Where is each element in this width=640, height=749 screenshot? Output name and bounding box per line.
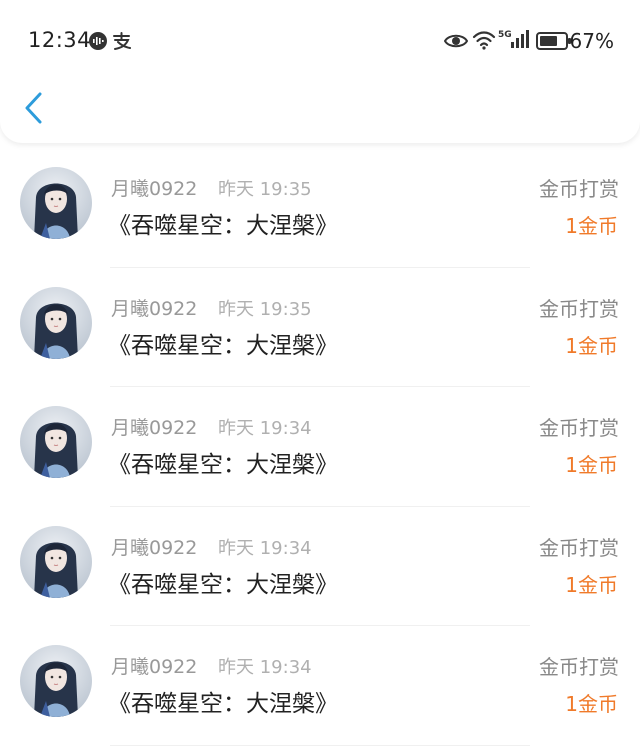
timestamp: 昨天 19:35 bbox=[218, 179, 312, 200]
avatar[interactable] bbox=[20, 167, 92, 239]
top-header: 12:34 5G 67% bbox=[0, 0, 640, 143]
reward-amount: 1金币 bbox=[565, 333, 618, 358]
avatar[interactable] bbox=[20, 645, 92, 717]
username: 月曦0922 bbox=[111, 297, 198, 320]
reward-amount: 1金币 bbox=[565, 214, 618, 238]
reward-amount: 1金币 bbox=[565, 572, 618, 597]
list-item[interactable]: 月曦0922 昨天 19:34 《吞噬星空：大涅槃》 金币打赏 1金币 bbox=[0, 626, 640, 746]
reward-amount: 1金币 bbox=[565, 692, 618, 716]
battery-icon bbox=[536, 31, 572, 55]
clock: 12:34 bbox=[28, 28, 92, 52]
sound-recorder-icon bbox=[88, 31, 108, 55]
book-title[interactable]: 《吞噬星空：大涅槃》 bbox=[108, 445, 338, 479]
username: 月曦0922 bbox=[111, 656, 198, 678]
timestamp: 昨天 19:34 bbox=[218, 657, 312, 678]
list-item[interactable]: 月曦0922 昨天 19:34 《吞噬星空：大涅槃》 金币打赏 1金币 bbox=[0, 507, 640, 626]
timestamp: 昨天 19:34 bbox=[218, 418, 312, 439]
signal-5g-icon: 5G bbox=[498, 28, 530, 54]
eye-comfort-icon bbox=[443, 32, 469, 54]
list-item[interactable]: 月曦0922 昨天 19:34 《吞噬星空：大涅槃》 金币打赏 1金币 bbox=[0, 387, 640, 507]
status-bar: 12:34 5G 67% bbox=[0, 0, 640, 80]
book-title[interactable]: 《吞噬星空：大涅槃》 bbox=[108, 326, 338, 360]
battery-percent: 67% bbox=[569, 29, 614, 53]
reward-amount: 1金币 bbox=[565, 453, 618, 477]
avatar[interactable] bbox=[20, 286, 92, 359]
reward-type: 金币打赏 bbox=[539, 416, 619, 440]
timestamp: 昨天 19:35 bbox=[218, 298, 312, 320]
reward-record-list: 月曦0922 昨天 19:35 《吞噬星空：大涅槃》 金币打赏 1金币 月曦09… bbox=[0, 148, 640, 746]
reward-type: 金币打赏 bbox=[539, 177, 619, 201]
back-button[interactable] bbox=[18, 88, 54, 128]
wifi-icon bbox=[472, 30, 496, 54]
svg-text:5G: 5G bbox=[498, 30, 512, 40]
list-item[interactable]: 月曦0922 昨天 19:35 《吞噬星空：大涅槃》 金币打赏 1金币 bbox=[0, 268, 640, 387]
username: 月曦0922 bbox=[111, 178, 198, 200]
list-item[interactable]: 月曦0922 昨天 19:35 《吞噬星空：大涅槃》 金币打赏 1金币 bbox=[0, 148, 640, 268]
divider bbox=[110, 744, 530, 746]
timestamp: 昨天 19:34 bbox=[218, 537, 312, 559]
alipay-icon bbox=[112, 31, 132, 55]
username: 月曦0922 bbox=[111, 536, 198, 559]
book-title[interactable]: 《吞噬星空：大涅槃》 bbox=[108, 206, 338, 240]
book-title[interactable]: 《吞噬星空：大涅槃》 bbox=[108, 565, 338, 599]
avatar[interactable] bbox=[20, 406, 92, 478]
chevron-left-icon bbox=[25, 92, 42, 124]
username: 月曦0922 bbox=[111, 417, 198, 439]
book-title[interactable]: 《吞噬星空：大涅槃》 bbox=[108, 684, 338, 718]
reward-type: 金币打赏 bbox=[539, 296, 619, 321]
reward-type: 金币打赏 bbox=[539, 655, 619, 679]
reward-type: 金币打赏 bbox=[539, 535, 619, 560]
avatar[interactable] bbox=[20, 525, 92, 598]
